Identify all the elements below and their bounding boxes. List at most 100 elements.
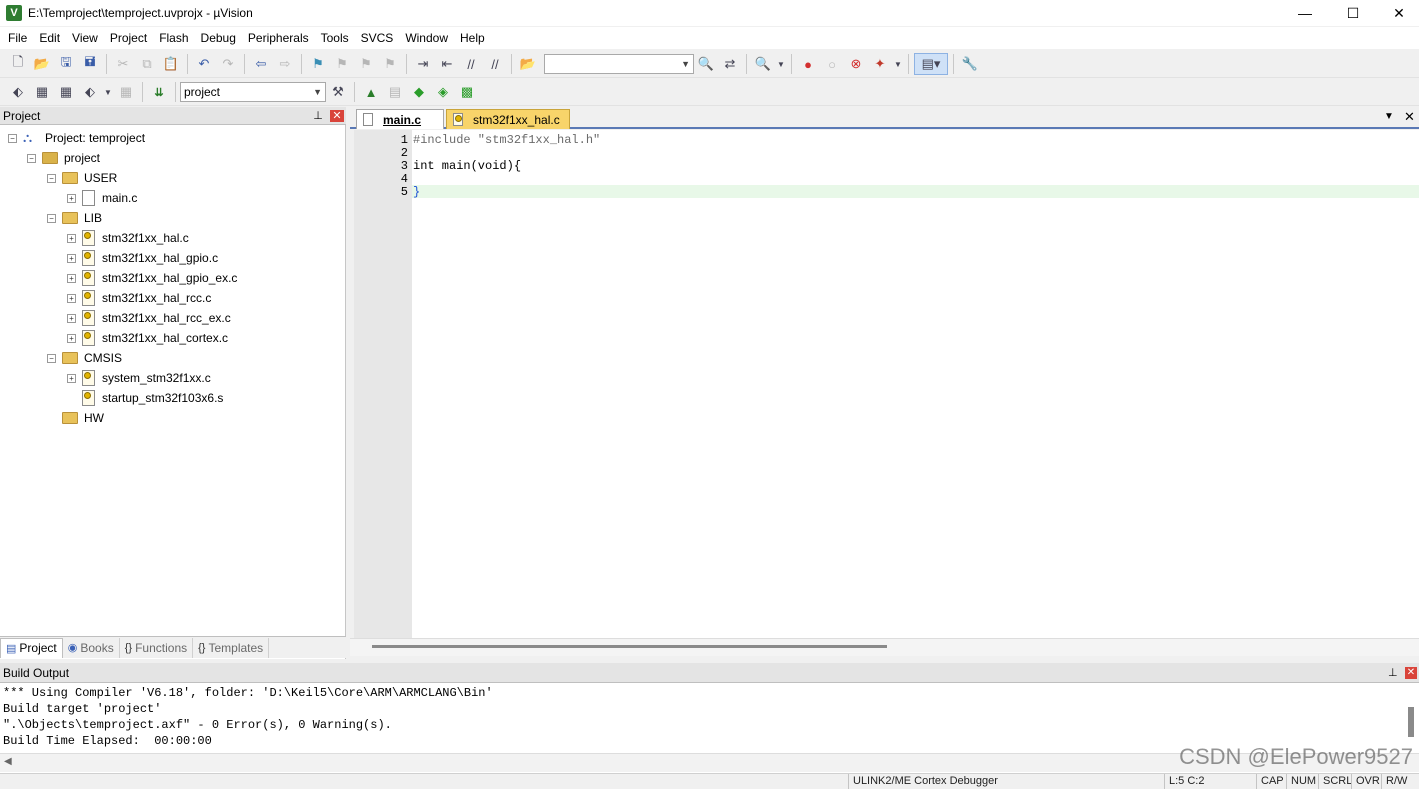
vertical-scrollbar-thumb[interactable]	[1408, 707, 1414, 737]
tree-file[interactable]: + system_stm32f1xx.c	[67, 368, 211, 388]
debug-session-icon[interactable]: 🔍	[752, 53, 774, 75]
manage-components-icon[interactable]: ▲	[360, 81, 382, 103]
tab-project[interactable]: ▤ Project	[0, 637, 63, 658]
tab-functions[interactable]: {} Functions	[120, 637, 194, 658]
tree-target[interactable]: − project	[27, 148, 100, 168]
pin-icon[interactable]: ⊥	[1388, 663, 1398, 683]
file-extensions-icon[interactable]: ▤	[384, 81, 406, 103]
redo-icon[interactable]: ↷	[217, 53, 239, 75]
collapse-icon[interactable]: −	[27, 153, 36, 163]
menu-project[interactable]: Project	[104, 27, 153, 49]
find-in-files-icon[interactable]: 📂	[517, 53, 539, 75]
menu-edit[interactable]: Edit	[33, 27, 66, 49]
build-icon[interactable]: ▦	[31, 81, 53, 103]
menu-debug[interactable]: Debug	[195, 27, 242, 49]
collapse-icon[interactable]: −	[8, 133, 17, 143]
close-icon[interactable]: ✕	[1404, 109, 1415, 125]
expand-icon[interactable]: +	[67, 253, 76, 263]
tree-file[interactable]: + stm32f1xx_hal_rcc.c	[67, 288, 211, 308]
expand-icon[interactable]: +	[67, 193, 76, 203]
cut-icon[interactable]: ✂	[112, 53, 134, 75]
tree-group-lib[interactable]: − LIB	[47, 208, 102, 228]
kill-breakpoints-icon[interactable]: ⊗	[845, 53, 867, 75]
tree-file[interactable]: + stm32f1xx_hal_cortex.c	[67, 328, 228, 348]
configure-icon[interactable]: 🔧	[959, 53, 981, 75]
menu-tools[interactable]: Tools	[315, 27, 355, 49]
target-options-icon[interactable]: ⚒	[327, 81, 349, 103]
download-icon[interactable]: ⇊	[148, 81, 170, 103]
find-icon[interactable]: 🔍	[695, 53, 717, 75]
expand-icon[interactable]: +	[67, 373, 76, 383]
replace-icon[interactable]: ⇄	[719, 53, 741, 75]
translate-icon[interactable]: ⬖	[7, 81, 29, 103]
tab-books[interactable]: ◉ Books	[63, 637, 120, 658]
comment-icon[interactable]: //	[460, 53, 482, 75]
maximize-button[interactable]: ☐	[1330, 0, 1376, 26]
target-select[interactable]: project ▼	[180, 82, 326, 102]
window-layout-icon[interactable]: ▤▾	[914, 53, 948, 75]
more-breakpoints-icon[interactable]: ✦	[869, 53, 891, 75]
batch-build-icon[interactable]: ⬖	[79, 81, 101, 103]
save-icon[interactable]: 🖫	[55, 53, 77, 75]
menu-svcs[interactable]: SVCS	[355, 27, 400, 49]
menu-window[interactable]: Window	[399, 27, 454, 49]
tab-templates[interactable]: {} Templates	[193, 637, 270, 658]
undo-icon[interactable]: ↶	[193, 53, 215, 75]
next-bookmark-icon[interactable]: ⚑	[355, 53, 377, 75]
editor-horizontal-scrollbar[interactable]	[350, 638, 1419, 656]
expand-icon[interactable]: +	[67, 333, 76, 343]
collapse-icon[interactable]: −	[47, 173, 56, 183]
editor-tab-main-c[interactable]: main.c	[356, 109, 444, 129]
tree-file[interactable]: + stm32f1xx_hal_rcc_ex.c	[67, 308, 231, 328]
expand-icon[interactable]: +	[67, 313, 76, 323]
tree-file-main-c[interactable]: + main.c	[67, 188, 137, 208]
tree-file[interactable]: startup_stm32f103x6.s	[82, 388, 223, 408]
scroll-left-icon[interactable]: ◀	[4, 756, 12, 767]
run-time-environment-icon[interactable]: ▩	[456, 81, 478, 103]
rebuild-icon[interactable]: ▦	[55, 81, 77, 103]
navigate-back-icon[interactable]: ⇦	[250, 53, 272, 75]
unindent-icon[interactable]: ⇤	[436, 53, 458, 75]
menu-view[interactable]: View	[66, 27, 104, 49]
collapse-icon[interactable]: −	[47, 213, 56, 223]
paste-icon[interactable]: 📋	[160, 53, 182, 75]
disable-breakpoint-icon[interactable]: ○	[821, 53, 843, 75]
bookmark-icon[interactable]: ⚑	[307, 53, 329, 75]
editor-tab-stm32f1xx-hal-c[interactable]: stm32f1xx_hal.c	[446, 109, 570, 129]
prev-bookmark-icon[interactable]: ⚑	[331, 53, 353, 75]
open-file-icon[interactable]: 📂	[31, 53, 53, 75]
close-icon[interactable]: ✕	[1405, 667, 1417, 679]
tree-file[interactable]: + stm32f1xx_hal_gpio_ex.c	[67, 268, 237, 288]
chevron-down-icon[interactable]: ▼	[103, 81, 113, 103]
new-file-icon[interactable]: 🗋	[7, 53, 29, 75]
save-all-icon[interactable]: 🖬	[79, 53, 101, 75]
tree-group-hw[interactable]: HW	[62, 408, 104, 428]
pin-icon[interactable]: ⊥	[311, 107, 325, 125]
pack-installer-icon[interactable]: ◈	[432, 81, 454, 103]
breakpoint-icon[interactable]: ●	[797, 53, 819, 75]
tree-root[interactable]: − ⛬ Project: temproject	[8, 128, 145, 148]
copy-icon[interactable]: ⧉	[136, 53, 158, 75]
find-combo[interactable]: ▼	[544, 54, 694, 74]
tree-group-cmsis[interactable]: − CMSIS	[47, 348, 122, 368]
scrollbar-thumb[interactable]	[372, 645, 887, 648]
chevron-down-icon[interactable]: ▼	[776, 53, 786, 75]
tree-file[interactable]: + stm32f1xx_hal_gpio.c	[67, 248, 218, 268]
close-button[interactable]: ✕	[1376, 0, 1419, 26]
close-icon[interactable]: ✕	[330, 110, 344, 122]
clear-bookmarks-icon[interactable]: ⚑	[379, 53, 401, 75]
chevron-down-icon[interactable]: ▼	[893, 53, 903, 75]
tree-file[interactable]: + stm32f1xx_hal.c	[67, 228, 189, 248]
stop-build-icon[interactable]: ▦	[115, 81, 137, 103]
tab-list-icon[interactable]: ▼	[1384, 111, 1394, 122]
menu-flash[interactable]: Flash	[153, 27, 194, 49]
indent-icon[interactable]: ⇥	[412, 53, 434, 75]
expand-icon[interactable]: +	[67, 273, 76, 283]
expand-icon[interactable]: +	[67, 233, 76, 243]
uncomment-icon[interactable]: //	[484, 53, 506, 75]
menu-file[interactable]: File	[2, 27, 33, 49]
code-editor[interactable]: 1 2 3 4 5 #include "stm32f1xx_hal.h" int…	[354, 130, 1419, 638]
collapse-icon[interactable]: −	[47, 353, 56, 363]
menu-help[interactable]: Help	[454, 27, 491, 49]
navigate-forward-icon[interactable]: ⇨	[274, 53, 296, 75]
